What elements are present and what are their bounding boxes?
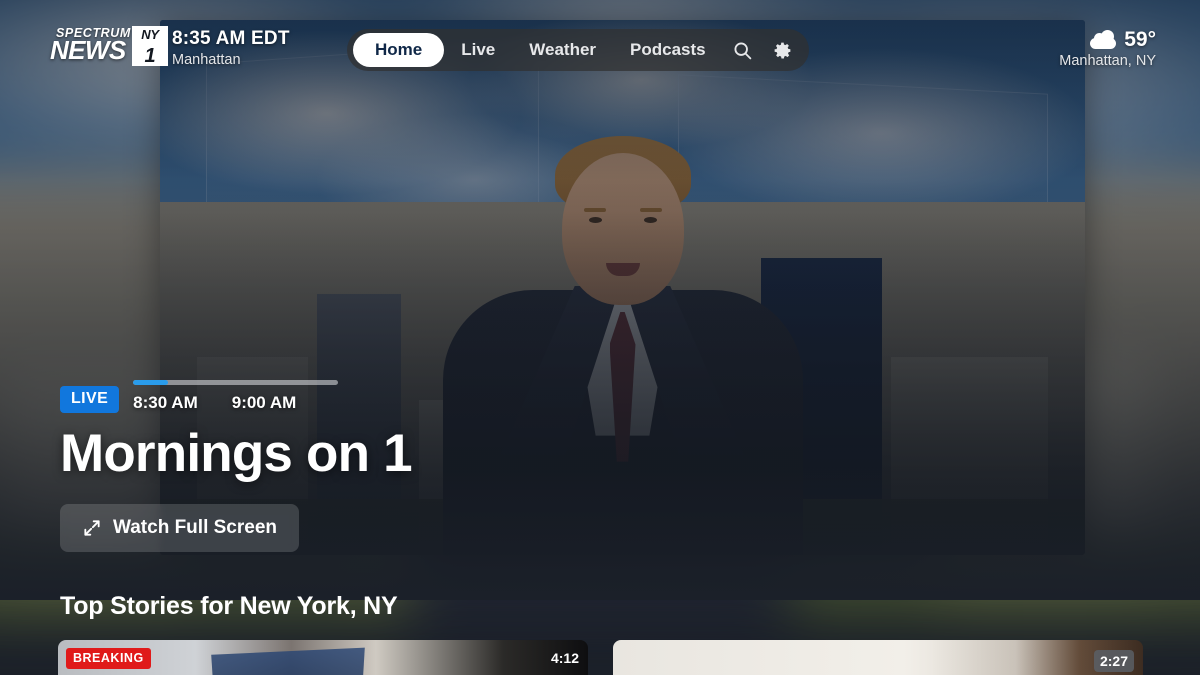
logo-market-state: NY [141,27,159,42]
program-start-time: 8:30 AM [133,393,198,412]
logo-market-channel: 1 [144,45,156,67]
weather-widget[interactable]: 59° Manhattan, NY [1059,28,1156,69]
program-end-time: 9:00 AM [231,393,297,412]
watch-full-screen-label: Watch Full Screen [113,517,277,539]
logo-market-badge: NY 1 [132,26,168,66]
current-time: 8:35 AM EDT [172,28,290,49]
live-badge: LIVE [60,386,120,413]
story-duration: 2:27 [1093,650,1134,672]
main-navigation: Home Live Weather Podcasts [347,29,809,71]
nav-item-podcasts[interactable]: Podcasts [613,33,723,67]
story-card[interactable]: 2:27 [613,640,1143,675]
expand-arrows-icon [82,518,102,538]
live-status-row: LIVE 8:30 AM 9:00 AM [60,378,680,413]
app-header: SPECTRUM NEWS NY 1 8:35 AM EDT Manhattan… [0,0,1200,88]
program-title: Mornings on 1 [60,424,413,483]
settings-button[interactable] [763,33,803,67]
top-stories-section: Top Stories for New York, NY BREAKING 4:… [0,592,1200,675]
search-icon [732,40,753,61]
gear-icon [772,40,793,61]
hero-overlay: LIVE 8:30 AM 9:00 AM Mornings on 1 Watch… [60,378,680,553]
watch-full-screen-button[interactable]: Watch Full Screen [60,504,299,553]
clock-widget: 8:35 AM EDT Manhattan [172,28,290,68]
clock-location: Manhattan [172,52,241,68]
breaking-badge: BREAKING [66,648,151,669]
nav-item-live[interactable]: Live [444,33,512,67]
story-card[interactable]: BREAKING 4:12 [58,640,588,675]
logo-brand-main: NEWS [50,35,126,65]
progress-fill [133,380,169,385]
program-times: 8:30 AM 9:00 AM [133,393,338,413]
search-button[interactable] [723,33,763,67]
top-stories-heading: Top Stories for New York, NY [60,592,398,620]
cloud-icon [1090,30,1117,49]
weather-temperature: 59° [1124,28,1156,51]
nav-item-weather[interactable]: Weather [512,33,613,67]
program-progress[interactable]: 8:30 AM 9:00 AM [133,378,339,413]
spectrum-news-logo[interactable]: SPECTRUM NEWS NY 1 [50,26,168,68]
weather-location: Manhattan, NY [1059,53,1156,69]
top-stories-carousel: BREAKING 4:12 2:27 [58,640,1200,675]
progress-track[interactable] [133,380,339,385]
nav-item-home[interactable]: Home [353,33,445,67]
story-duration: 4:12 [550,650,579,666]
app-root: SPECTRUM NEWS NY 1 8:35 AM EDT Manhattan… [0,0,1200,675]
